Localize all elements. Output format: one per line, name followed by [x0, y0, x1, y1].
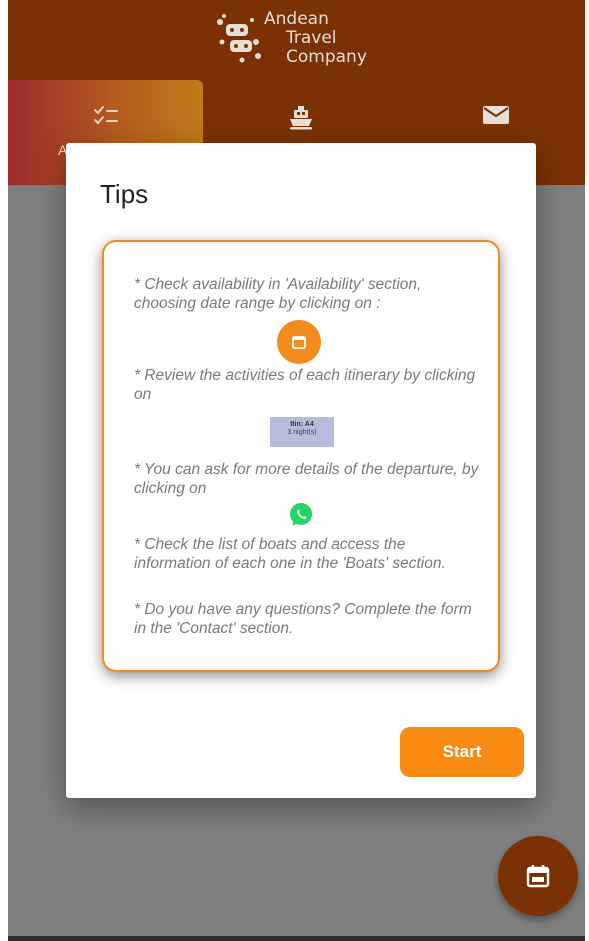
- tip-departure-details: * You can ask for more details of the de…: [134, 461, 479, 497]
- tips-dialog: Tips * Check availability in 'Availabili…: [66, 143, 536, 798]
- dialog-title: Tips: [100, 179, 149, 209]
- logo-text: Andean Travel Company: [264, 10, 367, 67]
- tip-itinerary: * Review the activities of each itinerar…: [134, 367, 476, 403]
- mail-icon: [482, 106, 509, 124]
- calendar-fab-button[interactable]: [498, 836, 578, 916]
- itinerary-badge-code: Itin: A4: [290, 421, 314, 428]
- logo-line-2: Travel: [286, 28, 337, 48]
- logo-line-3: Company: [286, 47, 367, 67]
- company-logo: Andean Travel Company: [212, 8, 402, 78]
- start-button[interactable]: Start: [400, 727, 524, 777]
- calendar-icon: [526, 865, 550, 888]
- whatsapp-icon: [290, 503, 312, 526]
- checklist-icon: [93, 106, 118, 125]
- calendar-example-button: [277, 320, 321, 364]
- tip-boats: * Check the list of boats and access the…: [134, 536, 446, 572]
- calendar-icon: [292, 336, 306, 349]
- tip-contact: * Do you have any questions? Complete th…: [134, 601, 472, 637]
- logo-mark-icon: [217, 14, 261, 63]
- itinerary-badge-example: Itin: A4 3 night(s): [270, 417, 334, 447]
- itinerary-badge-nights: 3 night(s): [287, 429, 317, 436]
- screen-bottom-edge: [8, 936, 585, 941]
- logo-line-1: Andean: [264, 9, 329, 29]
- tips-card: * Check availability in 'Availability' s…: [102, 240, 500, 672]
- ship-icon: [289, 106, 312, 130]
- tip-availability: * Check availability in 'Availability' s…: [134, 276, 422, 312]
